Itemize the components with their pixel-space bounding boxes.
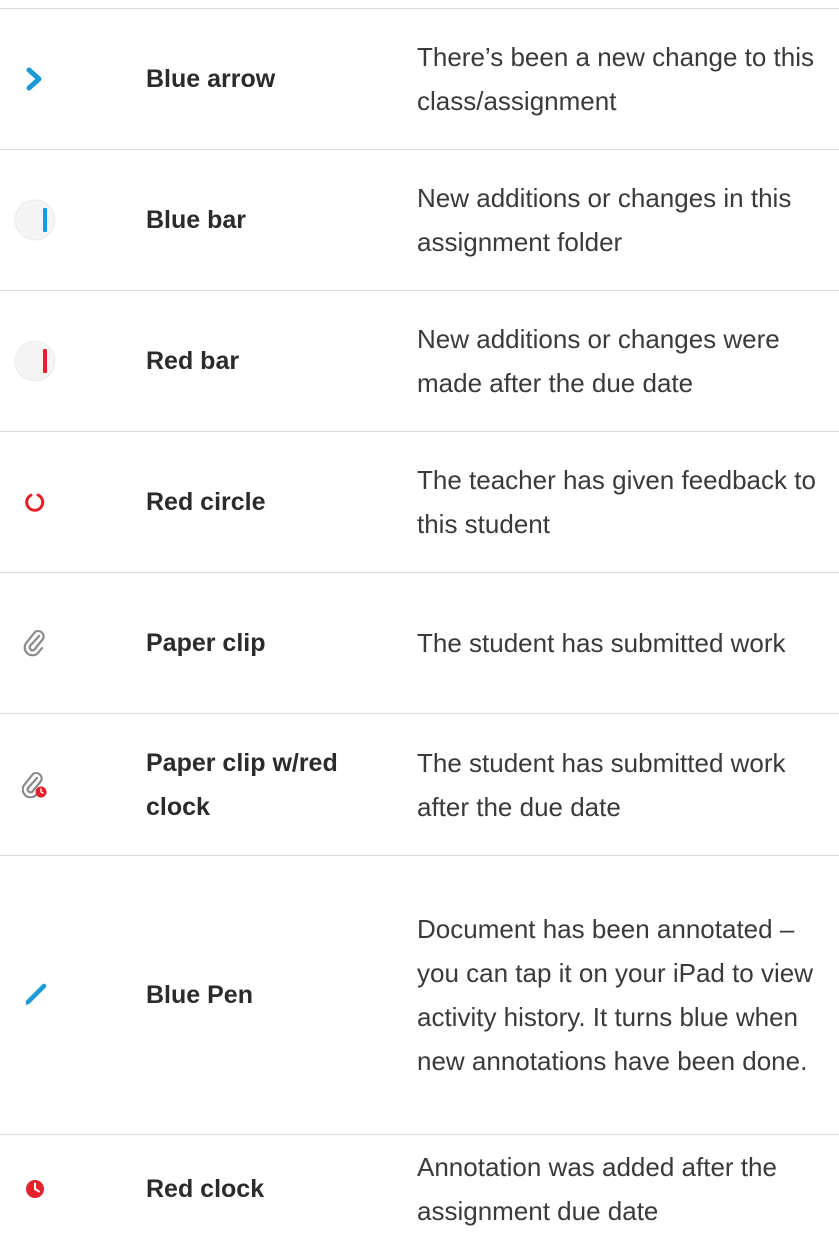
red-circle-icon — [0, 432, 70, 572]
icon-name: Paper clip — [146, 629, 266, 657]
legend-row-red-clock: Red clock Annotation was added after the… — [0, 1135, 839, 1242]
paper-clip-red-clock-icon — [0, 714, 70, 855]
legend-row-blue-bar: Blue bar New additions or changes in thi… — [0, 150, 839, 291]
legend-row-red-bar: Red bar New additions or changes were ma… — [0, 291, 839, 432]
icon-name: Blue arrow — [146, 65, 276, 93]
red-clock-icon — [0, 1135, 70, 1242]
red-bar-icon — [0, 291, 70, 431]
icon-description: The teacher has given feedback to this s… — [417, 465, 816, 539]
icon-name: Red circle — [146, 488, 266, 516]
icon-description: There’s been a new change to this class/… — [417, 42, 815, 116]
icon-description: New additions or changes were made after… — [417, 324, 780, 398]
blue-arrow-icon — [0, 9, 70, 149]
icon-name: Blue bar — [146, 206, 247, 234]
icon-description: Annotation was added after the assignmen… — [417, 1151, 777, 1226]
legend-row-red-circle: Red circle The teacher has given feedbac… — [0, 432, 839, 573]
icon-description: The student has submitted work after the… — [417, 747, 786, 822]
legend-row-blue-pen: Blue Pen Document has been annotated – y… — [0, 856, 839, 1135]
blue-pen-icon — [0, 856, 70, 1134]
icon-name: Red clock — [146, 1174, 265, 1203]
paper-clip-icon — [0, 573, 70, 713]
icon-name: Red bar — [146, 347, 240, 375]
icon-name: Blue Pen — [146, 981, 253, 1009]
icon-description: Document has been annotated – you can ta… — [417, 914, 814, 1076]
legend-row-blue-arrow: Blue arrow There’s been a new change to … — [0, 9, 839, 150]
legend-row-paper-clip-red-clock: Paper clip w/red clock The student has s… — [0, 714, 839, 856]
blue-bar-icon — [0, 150, 70, 290]
icon-description: New additions or changes in this assignm… — [417, 183, 792, 257]
icon-name: Paper clip w/red clock — [146, 748, 338, 821]
legend-row-paper-clip: Paper clip The student has submitted wor… — [0, 573, 839, 714]
icon-description: The student has submitted work — [417, 628, 786, 658]
